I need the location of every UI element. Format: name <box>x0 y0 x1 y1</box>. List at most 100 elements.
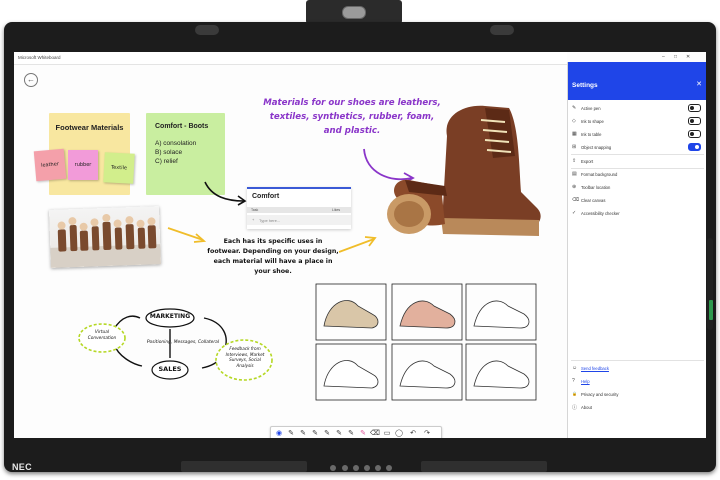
ruler-icon[interactable]: ▭ <box>381 428 393 438</box>
stylus-indicator <box>709 300 713 320</box>
pen-icon[interactable]: ✎ <box>297 428 309 438</box>
yellow-arrow-icon <box>167 227 207 243</box>
export-icon: ⇪ <box>572 158 577 164</box>
speaker-grille-right <box>421 461 547 472</box>
comfort-line: B) solace <box>155 149 183 156</box>
positioning-label: Positioning, Messages, Collateral <box>146 340 220 345</box>
setting-label: Active pen <box>581 105 601 111</box>
table-col-likes: Likes <box>332 208 341 212</box>
setting-label: Privacy and security <box>581 391 619 397</box>
setting-export[interactable]: ⇪ Export <box>568 155 706 167</box>
webcam <box>306 0 402 24</box>
setting-toolbar-location[interactable]: ⊕ Toolbar location <box>568 181 706 193</box>
setting-ink-to-table[interactable]: ▦ Ink to table <box>568 128 706 140</box>
top-sensor-right <box>490 25 514 35</box>
uses-text[interactable]: Each has its specific uses in footwear. … <box>206 237 340 277</box>
pen-icon[interactable]: ✎ <box>321 428 333 438</box>
privacy-security-item[interactable]: 🔒 Privacy and security <box>568 388 706 400</box>
comfort-table[interactable]: Comfort Task Likes + Type here... <box>247 187 351 229</box>
leather-sticky[interactable]: leather <box>33 148 67 182</box>
setting-label: Export <box>581 158 594 164</box>
about-item[interactable]: ⓘ About <box>568 401 706 413</box>
setting-object-snapping[interactable]: ⊞ Object snapping <box>568 141 706 153</box>
setting-label: Accessibility checker <box>581 210 620 216</box>
virtual-conversation-node[interactable]: Virtual Conversation <box>84 330 120 342</box>
back-arrow-icon: ← <box>27 75 35 84</box>
feedback-icon: ☺ <box>572 365 578 371</box>
feedback-node[interactable]: Feedback from Interviews, Market Surveys… <box>220 346 270 368</box>
select-tool-icon[interactable]: ◉ <box>273 428 285 438</box>
settings-panel: Settings ✕ ✎ Active pen ◇ Ink to shape ▦… <box>567 62 706 438</box>
send-feedback-link[interactable]: ☺ Send feedback <box>568 362 706 374</box>
shoe-sketches[interactable] <box>314 282 539 402</box>
window-title: Microsoft Whiteboard <box>18 55 61 60</box>
power-button[interactable] <box>330 465 336 471</box>
divider <box>571 360 704 361</box>
setting-label: Send feedback <box>581 365 609 371</box>
marketing-node[interactable]: MARKETING <box>146 313 194 320</box>
redo-icon[interactable]: ↷ <box>421 428 433 438</box>
hardware-button[interactable] <box>353 465 359 471</box>
eraser-icon[interactable]: ⌫ <box>369 428 381 438</box>
setting-format-background[interactable]: ▤ Format background <box>568 168 706 180</box>
mind-map[interactable]: MARKETING SALES Virtual Conversation Pos… <box>74 304 274 394</box>
table-col-task: Task <box>251 208 259 212</box>
help-link[interactable]: ? Help <box>568 375 706 387</box>
hardware-button[interactable] <box>364 465 370 471</box>
highlighter-icon[interactable]: ✎ <box>357 428 369 438</box>
active-pen-toggle[interactable] <box>688 104 701 112</box>
footwear-note-title: Footwear Materials <box>55 123 124 132</box>
pen-icon: ✎ <box>572 105 577 111</box>
hardware-button[interactable] <box>375 465 381 471</box>
close-window-button[interactable]: ✕ <box>686 54 690 60</box>
minimize-button[interactable]: – <box>662 54 665 60</box>
snap-icon: ⊞ <box>572 144 577 150</box>
pen-black-icon[interactable]: ✎ <box>285 428 297 438</box>
info-icon: ⓘ <box>572 405 578 411</box>
object-snapping-toggle[interactable] <box>688 143 701 151</box>
ink-to-table-toggle[interactable] <box>688 130 701 138</box>
window-titlebar: Microsoft Whiteboard – □ ✕ <box>14 52 690 65</box>
boot-photo[interactable] <box>369 96 549 246</box>
ink-to-shape-toggle[interactable] <box>688 117 701 125</box>
setting-label: Toolbar location <box>581 184 611 190</box>
pen-icon[interactable]: ✎ <box>345 428 357 438</box>
back-button[interactable]: ← <box>24 73 38 87</box>
setting-label: Format background <box>581 171 618 177</box>
whiteboard-screen: Microsoft Whiteboard – □ ✕ ← Footwear Ma… <box>14 52 706 438</box>
lasso-icon[interactable]: ◯ <box>393 428 405 438</box>
hardware-button[interactable] <box>386 465 392 471</box>
accessibility-icon: ✓ <box>572 210 577 216</box>
setting-label: Help <box>581 378 590 384</box>
top-sensor-left <box>195 25 219 35</box>
crowd-photo[interactable] <box>49 206 161 268</box>
setting-label: Clear canvas <box>581 197 606 203</box>
setting-accessibility-checker[interactable]: ✓ Accessibility checker <box>568 207 706 219</box>
ink-toolbar: ◉ ✎ ✎ ✎ ✎ ✎ ✎ ✎ ⌫ ▭ ◯ ↶ ↷ <box>270 426 442 438</box>
speaker-grille-left <box>181 461 307 472</box>
help-icon: ? <box>572 378 575 384</box>
hardware-button[interactable] <box>342 465 348 471</box>
brand-logo: NEC <box>12 462 32 472</box>
pen-icon[interactable]: ✎ <box>333 428 345 438</box>
setting-clear-canvas[interactable]: ⌫ Clear canvas <box>568 194 706 206</box>
table-title: Comfort <box>252 193 280 200</box>
table-input[interactable]: Type here... <box>259 218 280 223</box>
maximize-button[interactable]: □ <box>674 54 677 60</box>
comfort-note-title: Comfort - Boots <box>155 123 209 130</box>
setting-ink-to-shape[interactable]: ◇ Ink to shape <box>568 115 706 127</box>
textile-sticky[interactable]: Textile <box>103 152 135 184</box>
setting-active-pen[interactable]: ✎ Active pen <box>568 102 706 114</box>
settings-title: Settings <box>572 82 598 89</box>
sales-node[interactable]: SALES <box>152 365 188 373</box>
background-icon: ▤ <box>572 171 577 177</box>
setting-label: Ink to shape <box>581 118 604 124</box>
rubber-sticky[interactable]: rubber <box>68 150 98 180</box>
undo-icon[interactable]: ↶ <box>407 428 419 438</box>
table-icon: ▦ <box>572 131 577 137</box>
close-settings-icon[interactable]: ✕ <box>696 80 702 88</box>
add-row-icon[interactable]: + <box>252 217 254 222</box>
setting-label: Ink to table <box>581 131 602 137</box>
pen-icon[interactable]: ✎ <box>309 428 321 438</box>
setting-label: Object snapping <box>581 144 612 150</box>
